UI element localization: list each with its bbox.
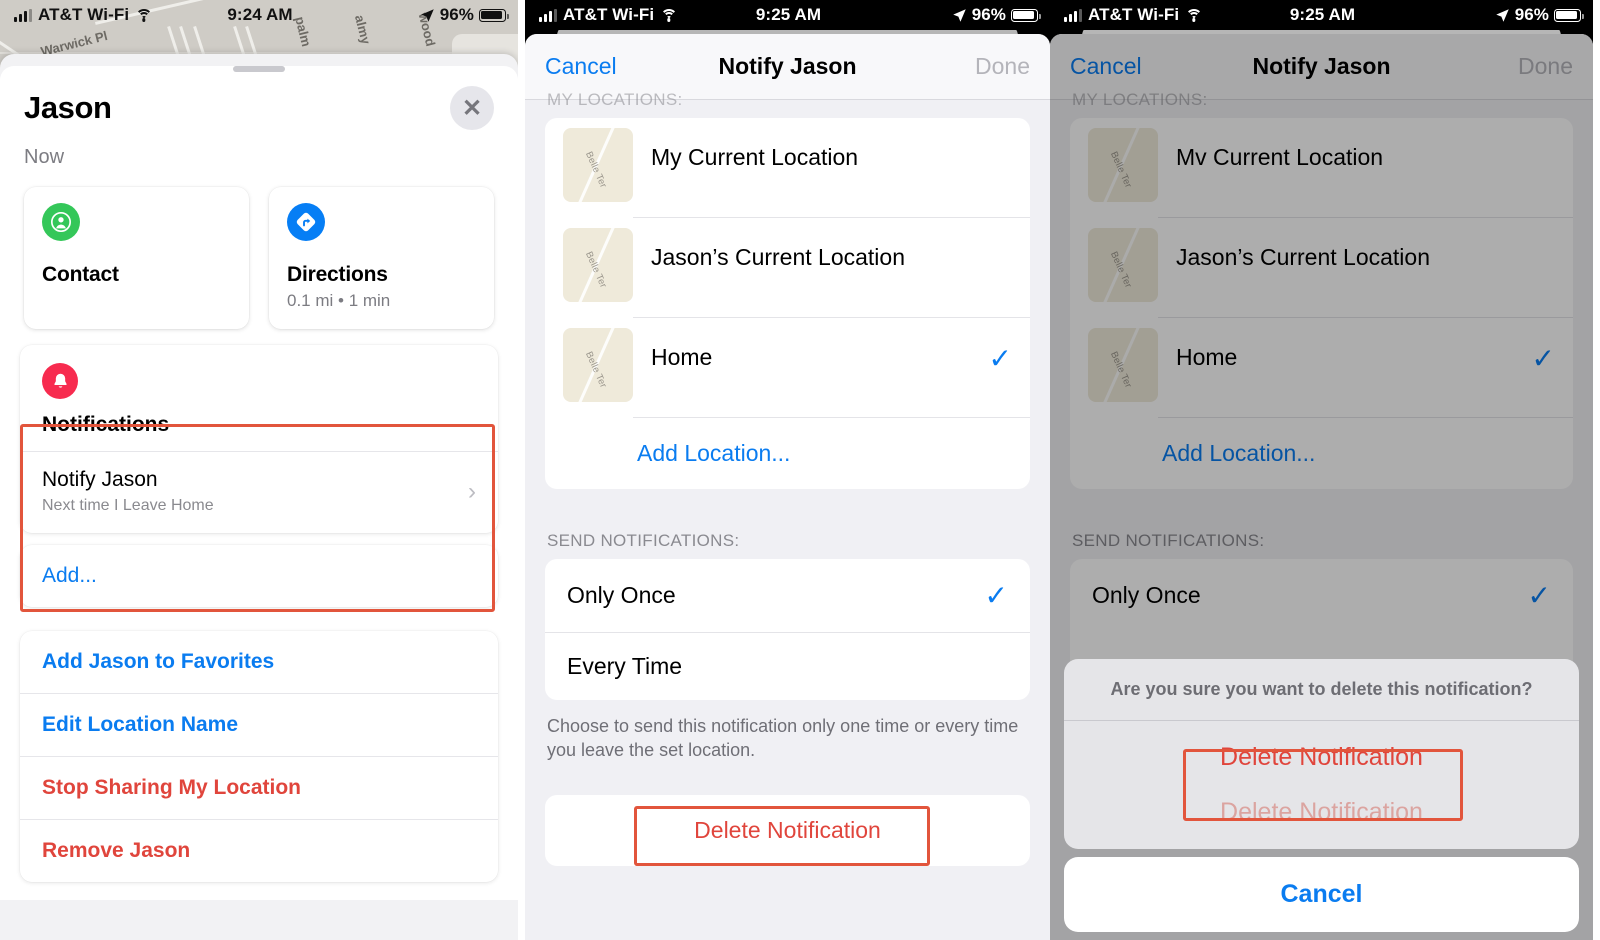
clock-label: 9:25 AM xyxy=(755,5,822,24)
checkmark-icon: ✓ xyxy=(988,343,1012,374)
contact-sheet: Jason ✕ Now Contact Directions 0.1 mi • … xyxy=(0,54,518,940)
notifications-group: Notifications Notify Jason Next time I L… xyxy=(20,345,498,533)
status-bar: AT&T Wi-Fi 9:24 AM 96% xyxy=(0,0,518,30)
panel-contact-card: Warwick Pl palm almy wood AT&T Wi-Fi 9:2… xyxy=(0,0,518,940)
delete-action-sheet: Are you sure you want to delete this not… xyxy=(1064,659,1579,932)
notify-modal: Cancel Notify Jason Done MY LOCATIONS: B… xyxy=(525,34,1050,940)
location-arrow-icon xyxy=(952,8,966,22)
panel-divider xyxy=(518,0,525,940)
map-thumbnail: Belle Ter xyxy=(563,128,633,202)
directions-card[interactable]: Directions 0.1 mi • 1 min xyxy=(269,187,494,329)
clock-label: 9:24 AM xyxy=(227,5,293,24)
action-sheet-delete-ghost: Delete Notification xyxy=(1220,798,1423,826)
bell-icon xyxy=(42,363,78,399)
send-notifications-header: SEND NOTIFICATIONS: xyxy=(547,531,740,550)
screenshot-root: Warwick Pl palm almy wood AT&T Wi-Fi 9:2… xyxy=(0,0,1600,940)
panel-delete-confirm: AT&T Wi-Fi 9:25 AM 96% Cancel Notify Jas… xyxy=(1050,0,1593,940)
remove-jason-button[interactable]: Remove Jason xyxy=(20,819,498,882)
contact-icon xyxy=(42,203,80,241)
map-thumbnail: Belle Ter xyxy=(563,328,633,402)
status-bar: AT&T Wi-Fi 9:25 AM 96% xyxy=(525,0,1050,30)
add-location-button[interactable]: Add Location... xyxy=(545,418,1030,489)
action-sheet-message: Are you sure you want to delete this not… xyxy=(1064,659,1579,721)
wifi-icon xyxy=(660,8,678,22)
location-row[interactable]: Belle Ter Home ✓ xyxy=(545,318,1030,418)
locations-group: Belle Ter My Current Location Belle Ter … xyxy=(545,118,1030,489)
page-title: Jason xyxy=(24,90,112,125)
carrier-label: AT&T Wi-Fi xyxy=(563,5,655,24)
contact-card[interactable]: Contact xyxy=(24,187,249,329)
battery-percent-label: 96% xyxy=(439,5,475,24)
cellular-signal-icon xyxy=(539,8,557,22)
done-button[interactable]: Done xyxy=(975,53,1030,80)
battery-icon xyxy=(479,8,509,22)
location-arrow-icon xyxy=(420,8,434,22)
send-options-footnote: Choose to send this notification only on… xyxy=(547,716,1019,761)
edit-location-name-button[interactable]: Edit Location Name xyxy=(20,693,498,756)
status-bar: AT&T Wi-Fi 9:25 AM 96% xyxy=(1050,0,1593,30)
wifi-icon xyxy=(1185,8,1203,22)
cellular-signal-icon xyxy=(1064,8,1082,22)
my-locations-header: MY LOCATIONS: xyxy=(547,90,683,109)
quick-action-cards: Contact Directions 0.1 mi • 1 min xyxy=(0,181,518,345)
carrier-label: AT&T Wi-Fi xyxy=(38,5,130,24)
notify-jason-title: Notify Jason xyxy=(42,468,158,491)
wifi-icon xyxy=(135,8,153,22)
option-label: Only Once xyxy=(567,582,676,608)
modal-body[interactable]: MY LOCATIONS: Belle Ter My Current Locat… xyxy=(525,90,1050,940)
map-thumbnail: Belle Ter xyxy=(563,228,633,302)
carrier-label: AT&T Wi-Fi xyxy=(1088,5,1180,24)
location-name: Jason’s Current Location xyxy=(651,244,905,270)
battery-percent-label: 96% xyxy=(1514,5,1550,24)
action-sheet-cancel-button[interactable]: Cancel xyxy=(1064,857,1579,932)
notifications-header: Notifications xyxy=(20,345,498,452)
battery-percent-label: 96% xyxy=(971,5,1007,24)
delete-notification-button[interactable]: Delete Notification xyxy=(545,795,1030,866)
option-label: Every Time xyxy=(567,653,683,679)
send-options-group: Only Once ✓ Every Time xyxy=(545,559,1030,700)
notifications-title: Notifications xyxy=(42,413,170,436)
timestamp-label: Now xyxy=(0,130,518,181)
cancel-button[interactable]: Cancel xyxy=(545,53,617,80)
location-name: My Current Location xyxy=(651,144,859,170)
cellular-signal-icon xyxy=(14,8,32,22)
contact-actions-group: Add Jason to Favorites Edit Location Nam… xyxy=(20,631,498,882)
option-only-once[interactable]: Only Once ✓ xyxy=(545,559,1030,632)
panel-notify-editor: AT&T Wi-Fi 9:25 AM 96% Cancel Notify Jas… xyxy=(525,0,1050,940)
contact-card-label: Contact xyxy=(42,263,119,286)
add-to-favorites-button[interactable]: Add Jason to Favorites xyxy=(20,631,498,693)
directions-icon xyxy=(287,203,325,241)
location-row[interactable]: Belle Ter My Current Location xyxy=(545,118,1030,218)
battery-icon xyxy=(1554,8,1584,22)
notify-modal: Cancel Notify Jason Done MY LOCATIONS: B… xyxy=(1050,34,1593,940)
location-name: Home xyxy=(651,344,713,370)
checkmark-icon: ✓ xyxy=(984,580,1008,611)
directions-card-sub: 0.1 mi • 1 min xyxy=(287,291,391,310)
add-button[interactable]: Add... xyxy=(20,545,498,607)
location-arrow-icon xyxy=(1495,8,1509,22)
option-every-time[interactable]: Every Time xyxy=(545,632,1030,700)
close-icon[interactable]: ✕ xyxy=(450,86,494,130)
battery-icon xyxy=(1011,8,1041,22)
chevron-right-icon: › xyxy=(468,477,476,505)
notify-jason-subtitle: Next time I Leave Home xyxy=(42,497,214,514)
delete-notification-group: Delete Notification xyxy=(545,794,1030,866)
notify-jason-row[interactable]: Notify Jason Next time I Leave Home › xyxy=(20,452,498,533)
add-notification-group: Add... xyxy=(20,545,498,607)
directions-card-label: Directions xyxy=(287,263,388,286)
stop-sharing-location-button[interactable]: Stop Sharing My Location xyxy=(20,756,498,819)
location-row[interactable]: Belle Ter Jason’s Current Location xyxy=(545,218,1030,318)
clock-label: 9:25 AM xyxy=(1289,5,1356,24)
